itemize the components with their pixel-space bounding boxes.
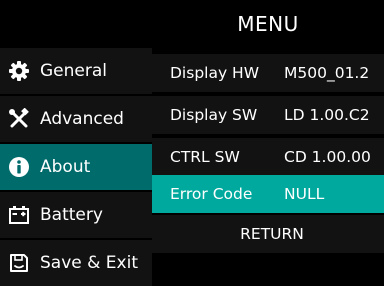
save-icon: [8, 252, 30, 274]
info-row-ctrl-sw[interactable]: CTRL SW CD 1.00.00: [152, 138, 384, 176]
sidebar-item-about[interactable]: About: [0, 144, 152, 192]
sidebar-item-label: General: [40, 61, 107, 81]
sidebar-item-label: About: [40, 157, 91, 177]
sidebar-item-save-exit[interactable]: Save & Exit: [0, 240, 152, 286]
sidebar-item-label: Save & Exit: [40, 253, 138, 273]
sidebar-item-general[interactable]: General: [0, 48, 152, 96]
sidebar-item-advanced[interactable]: Advanced: [0, 96, 152, 144]
info-row-error-code[interactable]: Error Code NULL: [152, 175, 384, 213]
sidebar-item-battery[interactable]: Battery: [0, 192, 152, 240]
sidebar-nav: General Advanced About Battery Save & Ex…: [0, 48, 152, 286]
row-value: M500_01.2: [284, 64, 370, 82]
row-value: NULL: [284, 185, 325, 203]
info-row-display-sw[interactable]: Display SW LD 1.00.C2: [152, 96, 384, 134]
info-icon: [8, 156, 30, 178]
battery-icon: [8, 204, 30, 226]
menu-title: MENU: [237, 12, 299, 36]
row-label: Display HW: [170, 64, 260, 82]
row-label: Display SW: [170, 106, 258, 124]
tools-icon: [8, 108, 30, 130]
row-value: CD 1.00.00: [284, 148, 371, 166]
row-label: CTRL SW: [170, 148, 240, 166]
info-row-display-hw[interactable]: Display HW M500_01.2: [152, 54, 384, 92]
gear-icon: [8, 60, 30, 82]
row-label: Error Code: [170, 185, 253, 203]
row-value: LD 1.00.C2: [284, 106, 370, 124]
return-label: RETURN: [240, 225, 304, 243]
about-panel: Display HW M500_01.2 Display SW LD 1.00.…: [152, 48, 384, 286]
sidebar-item-label: Battery: [40, 205, 103, 225]
return-button[interactable]: RETURN: [152, 215, 384, 253]
sidebar-item-label: Advanced: [40, 109, 124, 129]
